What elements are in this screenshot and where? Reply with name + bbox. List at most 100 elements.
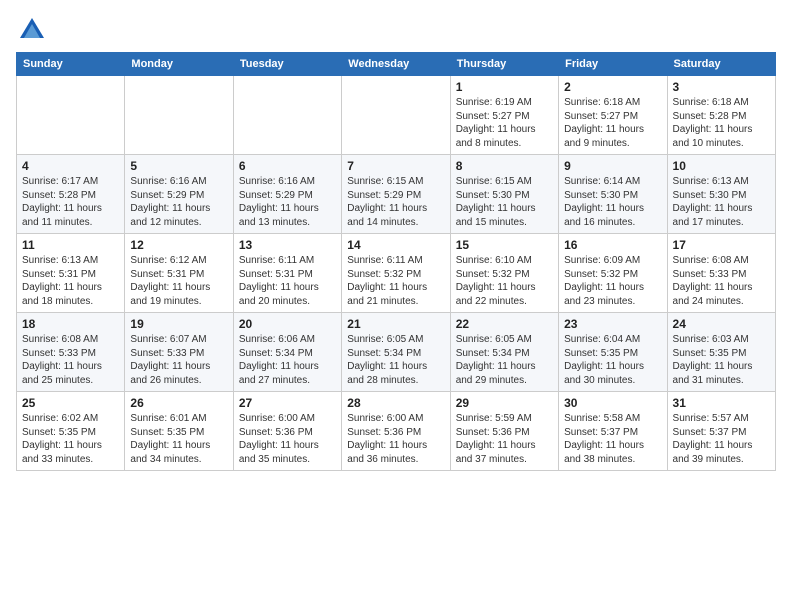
weekday-header-cell: Thursday bbox=[450, 53, 558, 76]
calendar-cell: 8 Sunrise: 6:15 AM Sunset: 5:30 PM Daylig… bbox=[450, 155, 558, 234]
calendar-cell: 29Sunrise: 5:59 AM Sunset: 5:36 PM Dayli… bbox=[450, 392, 558, 471]
day-number: 27 bbox=[239, 396, 336, 410]
day-info: Sunrise: 6:19 AM Sunset: 5:27 PM Dayligh… bbox=[456, 96, 553, 150]
calendar-cell: 1 Sunrise: 6:19 AM Sunset: 5:27 PM Daylig… bbox=[450, 76, 558, 155]
day-info: Sunrise: 6:09 AM Sunset: 5:32 PM Dayligh… bbox=[564, 254, 661, 308]
day-info: Sunrise: 6:11 AM Sunset: 5:32 PM Dayligh… bbox=[347, 254, 444, 308]
day-number: 9 bbox=[564, 159, 661, 173]
header bbox=[16, 16, 776, 44]
day-info: Sunrise: 6:00 AM Sunset: 5:36 PM Dayligh… bbox=[347, 412, 444, 466]
calendar-cell: 7Sunrise: 6:15 AM Sunset: 5:29 PM Daylig… bbox=[342, 155, 450, 234]
day-info: Sunrise: 6:13 AM Sunset: 5:31 PM Dayligh… bbox=[22, 254, 119, 308]
calendar-cell bbox=[233, 76, 341, 155]
day-info: Sunrise: 6:02 AM Sunset: 5:35 PM Dayligh… bbox=[22, 412, 119, 466]
day-number: 22 bbox=[456, 317, 553, 331]
weekday-header-cell: Saturday bbox=[667, 53, 775, 76]
day-number: 19 bbox=[130, 317, 227, 331]
day-number: 23 bbox=[564, 317, 661, 331]
calendar-cell: 26 Sunrise: 6:01 AM Sunset: 5:35 PM Dayli… bbox=[125, 392, 233, 471]
day-info: Sunrise: 6:08 AM Sunset: 5:33 PM Dayligh… bbox=[22, 333, 119, 387]
calendar-cell: 13 Sunrise: 6:11 AM Sunset: 5:31 PM Dayli… bbox=[233, 234, 341, 313]
calendar-cell: 12 Sunrise: 6:12 AM Sunset: 5:31 PM Dayli… bbox=[125, 234, 233, 313]
calendar-cell: 25 Sunrise: 6:02 AM Sunset: 5:35 PM Dayli… bbox=[17, 392, 125, 471]
weekday-header-cell: Friday bbox=[559, 53, 667, 76]
day-info: Sunrise: 6:11 AM Sunset: 5:31 PM Dayligh… bbox=[239, 254, 336, 308]
day-number: 14 bbox=[347, 238, 444, 252]
calendar-cell: 27 Sunrise: 6:00 AM Sunset: 5:36 PM Dayli… bbox=[233, 392, 341, 471]
day-info: Sunrise: 6:14 AM Sunset: 5:30 PM Dayligh… bbox=[564, 175, 661, 229]
day-number: 20 bbox=[239, 317, 336, 331]
calendar-cell bbox=[17, 76, 125, 155]
day-number: 16 bbox=[564, 238, 661, 252]
calendar-week-row: 18 Sunrise: 6:08 AM Sunset: 5:33 PM Dayli… bbox=[17, 313, 776, 392]
day-number: 4 bbox=[22, 159, 119, 173]
day-info: Sunrise: 5:58 AM Sunset: 5:37 PM Dayligh… bbox=[564, 412, 661, 466]
day-info: Sunrise: 6:16 AM Sunset: 5:29 PM Dayligh… bbox=[239, 175, 336, 229]
calendar-cell: 28 Sunrise: 6:00 AM Sunset: 5:36 PM Dayli… bbox=[342, 392, 450, 471]
day-info: Sunrise: 6:05 AM Sunset: 5:34 PM Dayligh… bbox=[347, 333, 444, 387]
calendar-cell bbox=[342, 76, 450, 155]
day-info: Sunrise: 6:18 AM Sunset: 5:27 PM Dayligh… bbox=[564, 96, 661, 150]
day-number: 26 bbox=[130, 396, 227, 410]
day-number: 12 bbox=[130, 238, 227, 252]
calendar-cell: 31 Sunrise: 5:57 AM Sunset: 5:37 PM Dayli… bbox=[667, 392, 775, 471]
day-number: 2 bbox=[564, 80, 661, 94]
calendar-cell: 23 Sunrise: 6:04 AM Sunset: 5:35 PM Dayli… bbox=[559, 313, 667, 392]
calendar-cell: 5 Sunrise: 6:16 AM Sunset: 5:29 PM Daylig… bbox=[125, 155, 233, 234]
calendar-cell: 9 Sunrise: 6:14 AM Sunset: 5:30 PM Daylig… bbox=[559, 155, 667, 234]
weekday-header-cell: Tuesday bbox=[233, 53, 341, 76]
weekday-header-cell: Wednesday bbox=[342, 53, 450, 76]
weekday-header-cell: Sunday bbox=[17, 53, 125, 76]
day-info: Sunrise: 6:13 AM Sunset: 5:30 PM Dayligh… bbox=[673, 175, 770, 229]
day-info: Sunrise: 6:04 AM Sunset: 5:35 PM Dayligh… bbox=[564, 333, 661, 387]
day-info: Sunrise: 6:06 AM Sunset: 5:34 PM Dayligh… bbox=[239, 333, 336, 387]
calendar-cell bbox=[125, 76, 233, 155]
calendar-cell: 20 Sunrise: 6:06 AM Sunset: 5:34 PM Dayli… bbox=[233, 313, 341, 392]
day-number: 29 bbox=[456, 396, 553, 410]
calendar-cell: 4 Sunrise: 6:17 AM Sunset: 5:28 PM Daylig… bbox=[17, 155, 125, 234]
weekday-header: SundayMondayTuesdayWednesdayThursdayFrid… bbox=[17, 53, 776, 76]
day-number: 1 bbox=[456, 80, 553, 94]
day-info: Sunrise: 6:00 AM Sunset: 5:36 PM Dayligh… bbox=[239, 412, 336, 466]
calendar-cell: 6Sunrise: 6:16 AM Sunset: 5:29 PM Daylig… bbox=[233, 155, 341, 234]
day-info: Sunrise: 6:05 AM Sunset: 5:34 PM Dayligh… bbox=[456, 333, 553, 387]
day-number: 8 bbox=[456, 159, 553, 173]
day-number: 11 bbox=[22, 238, 119, 252]
day-number: 13 bbox=[239, 238, 336, 252]
calendar-week-row: 11 Sunrise: 6:13 AM Sunset: 5:31 PM Dayli… bbox=[17, 234, 776, 313]
calendar-cell: 19 Sunrise: 6:07 AM Sunset: 5:33 PM Dayli… bbox=[125, 313, 233, 392]
day-number: 17 bbox=[673, 238, 770, 252]
day-number: 21 bbox=[347, 317, 444, 331]
day-number: 15 bbox=[456, 238, 553, 252]
day-number: 7 bbox=[347, 159, 444, 173]
day-info: Sunrise: 6:15 AM Sunset: 5:30 PM Dayligh… bbox=[456, 175, 553, 229]
day-number: 30 bbox=[564, 396, 661, 410]
calendar-cell: 21 Sunrise: 6:05 AM Sunset: 5:34 PM Dayli… bbox=[342, 313, 450, 392]
day-info: Sunrise: 5:57 AM Sunset: 5:37 PM Dayligh… bbox=[673, 412, 770, 466]
day-info: Sunrise: 6:17 AM Sunset: 5:28 PM Dayligh… bbox=[22, 175, 119, 229]
calendar-cell: 11 Sunrise: 6:13 AM Sunset: 5:31 PM Dayli… bbox=[17, 234, 125, 313]
day-info: Sunrise: 6:07 AM Sunset: 5:33 PM Dayligh… bbox=[130, 333, 227, 387]
day-info: Sunrise: 6:01 AM Sunset: 5:35 PM Dayligh… bbox=[130, 412, 227, 466]
day-number: 18 bbox=[22, 317, 119, 331]
calendar-table: SundayMondayTuesdayWednesdayThursdayFrid… bbox=[16, 52, 776, 471]
day-number: 31 bbox=[673, 396, 770, 410]
calendar-week-row: 4 Sunrise: 6:17 AM Sunset: 5:28 PM Daylig… bbox=[17, 155, 776, 234]
calendar-cell: 15Sunrise: 6:10 AM Sunset: 5:32 PM Dayli… bbox=[450, 234, 558, 313]
calendar-cell: 30 Sunrise: 5:58 AM Sunset: 5:37 PM Dayli… bbox=[559, 392, 667, 471]
calendar-cell: 2 Sunrise: 6:18 AM Sunset: 5:27 PM Daylig… bbox=[559, 76, 667, 155]
day-number: 25 bbox=[22, 396, 119, 410]
calendar-cell: 14 Sunrise: 6:11 AM Sunset: 5:32 PM Dayli… bbox=[342, 234, 450, 313]
logo-area bbox=[16, 16, 46, 44]
day-info: Sunrise: 6:18 AM Sunset: 5:28 PM Dayligh… bbox=[673, 96, 770, 150]
day-number: 10 bbox=[673, 159, 770, 173]
page: SundayMondayTuesdayWednesdayThursdayFrid… bbox=[0, 0, 792, 479]
day-info: Sunrise: 6:12 AM Sunset: 5:31 PM Dayligh… bbox=[130, 254, 227, 308]
day-number: 28 bbox=[347, 396, 444, 410]
logo-icon bbox=[18, 16, 46, 44]
day-info: Sunrise: 6:08 AM Sunset: 5:33 PM Dayligh… bbox=[673, 254, 770, 308]
day-number: 5 bbox=[130, 159, 227, 173]
calendar-cell: 16 Sunrise: 6:09 AM Sunset: 5:32 PM Dayli… bbox=[559, 234, 667, 313]
calendar-body: 1 Sunrise: 6:19 AM Sunset: 5:27 PM Daylig… bbox=[17, 76, 776, 471]
day-info: Sunrise: 6:16 AM Sunset: 5:29 PM Dayligh… bbox=[130, 175, 227, 229]
